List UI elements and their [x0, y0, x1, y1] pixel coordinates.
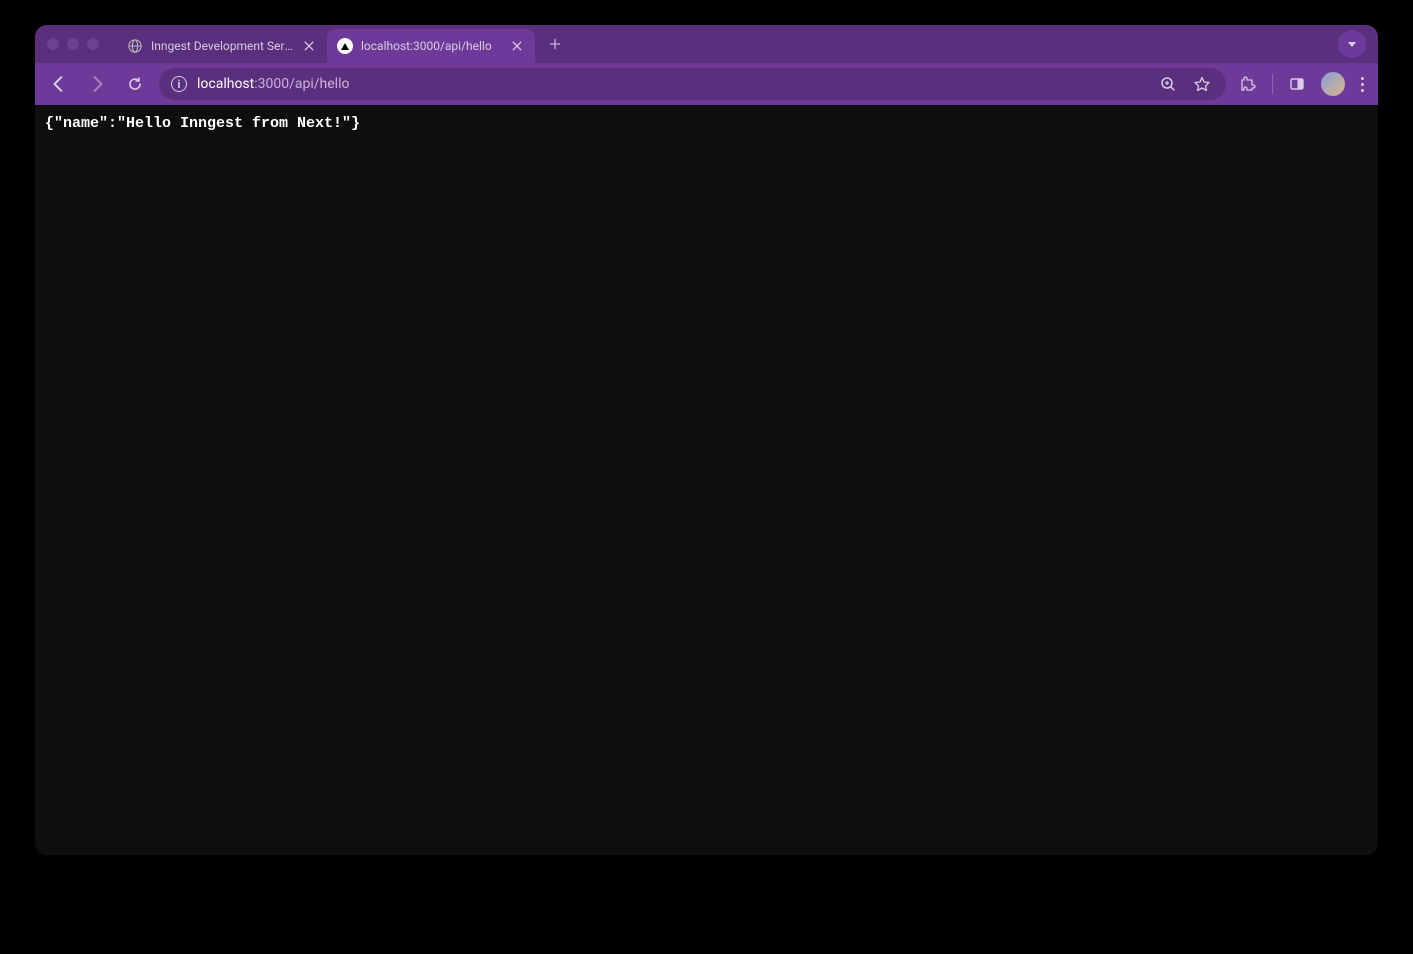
url-path: :3000/api/hello	[254, 76, 349, 92]
url-host: localhost	[197, 76, 254, 92]
response-body: {"name":"Hello Inngest from Next!"}	[45, 115, 1368, 132]
extensions-icon[interactable]	[1236, 72, 1260, 96]
zoom-icon[interactable]	[1156, 72, 1180, 96]
toolbar: i localhost:3000/api/hello	[35, 63, 1378, 105]
toolbar-right	[1236, 72, 1368, 96]
divider	[1272, 74, 1273, 94]
side-panel-icon[interactable]	[1285, 72, 1309, 96]
reload-button[interactable]	[121, 70, 149, 98]
title-bar: Inngest Development Server localhost:300…	[35, 25, 1378, 63]
maximize-window-button[interactable]	[87, 38, 99, 50]
profile-avatar[interactable]	[1321, 72, 1345, 96]
bookmark-star-icon[interactable]	[1190, 72, 1214, 96]
kebab-menu-icon[interactable]	[1357, 73, 1368, 96]
tabs-area: Inngest Development Server localhost:300…	[117, 25, 1330, 63]
triangle-icon	[337, 38, 353, 54]
close-tab-icon[interactable]	[509, 38, 525, 54]
tab-title: Inngest Development Server	[151, 39, 293, 53]
chevron-down-icon	[1348, 42, 1356, 47]
page-content: {"name":"Hello Inngest from Next!"}	[35, 105, 1378, 855]
globe-icon	[127, 38, 143, 54]
window-controls	[47, 38, 99, 50]
tab-localhost-api-hello[interactable]: localhost:3000/api/hello	[327, 29, 535, 63]
new-tab-button[interactable]	[541, 30, 569, 58]
url-text: localhost:3000/api/hello	[197, 76, 1146, 92]
tabs-dropdown-button[interactable]	[1338, 30, 1366, 58]
address-bar[interactable]: i localhost:3000/api/hello	[159, 68, 1226, 100]
tab-inngest-dev-server[interactable]: Inngest Development Server	[117, 29, 327, 63]
close-tab-icon[interactable]	[301, 38, 317, 54]
browser-window: Inngest Development Server localhost:300…	[35, 25, 1378, 855]
back-button[interactable]	[45, 70, 73, 98]
minimize-window-button[interactable]	[67, 38, 79, 50]
forward-button[interactable]	[83, 70, 111, 98]
tab-title: localhost:3000/api/hello	[361, 39, 501, 53]
close-window-button[interactable]	[47, 38, 59, 50]
site-info-icon[interactable]: i	[171, 76, 187, 92]
